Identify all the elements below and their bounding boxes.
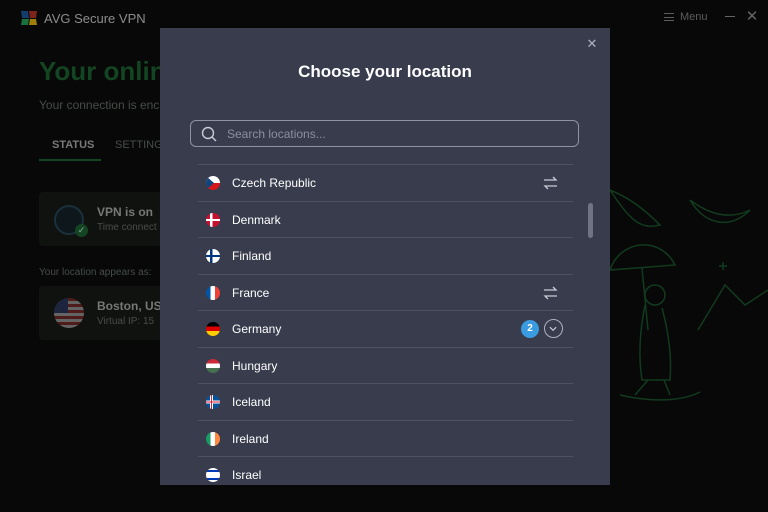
location-item-denmark[interactable]: Denmark [198,200,573,238]
location-list: Czech Republic Denmark Finland France Ge… [198,164,573,485]
location-item-france[interactable]: France [198,273,573,311]
location-item-iceland[interactable]: Iceland [198,383,573,420]
country-name: Ireland [232,431,269,446]
country-name: Germany [232,322,282,336]
search-icon [201,126,217,142]
country-name: France [232,285,270,300]
server-count-badge: 2 [521,320,539,338]
il-flag-icon [206,468,220,482]
dialog-title: Choose your location [298,62,472,81]
country-name: Iceland [232,395,271,409]
country-name: Hungary [232,358,278,373]
fi-flag-icon [206,249,220,263]
location-item-israel[interactable]: Israel [198,456,573,485]
location-item-czech-republic[interactable]: Czech Republic [198,164,573,201]
choose-location-dialog: ✕ Choose your location Czech Republic De… [160,28,610,485]
is-flag-icon [206,395,220,409]
scrollbar-thumb[interactable] [588,203,593,238]
country-name: Israel [232,468,262,482]
country-name: Denmark [232,212,281,227]
search-box[interactable] [190,120,579,147]
swap-icon[interactable] [542,285,559,301]
chevron-down-icon[interactable] [544,319,563,338]
country-name: Czech Republic [232,176,317,190]
swap-icon[interactable] [542,175,559,191]
location-item-hungary[interactable]: Hungary [198,346,573,384]
cz-flag-icon [206,176,220,190]
country-name: Finland [232,249,272,263]
location-item-ireland[interactable]: Ireland [198,419,573,457]
location-item-germany[interactable]: Germany 2 [198,310,573,347]
hu-flag-icon [206,358,220,373]
dk-flag-icon [206,212,220,227]
de-flag-icon [206,322,220,336]
ie-flag-icon [206,431,220,446]
search-input[interactable] [227,121,567,146]
close-icon[interactable]: ✕ [584,36,600,52]
location-item-finland[interactable]: Finland [198,237,573,274]
fr-flag-icon [206,285,220,300]
